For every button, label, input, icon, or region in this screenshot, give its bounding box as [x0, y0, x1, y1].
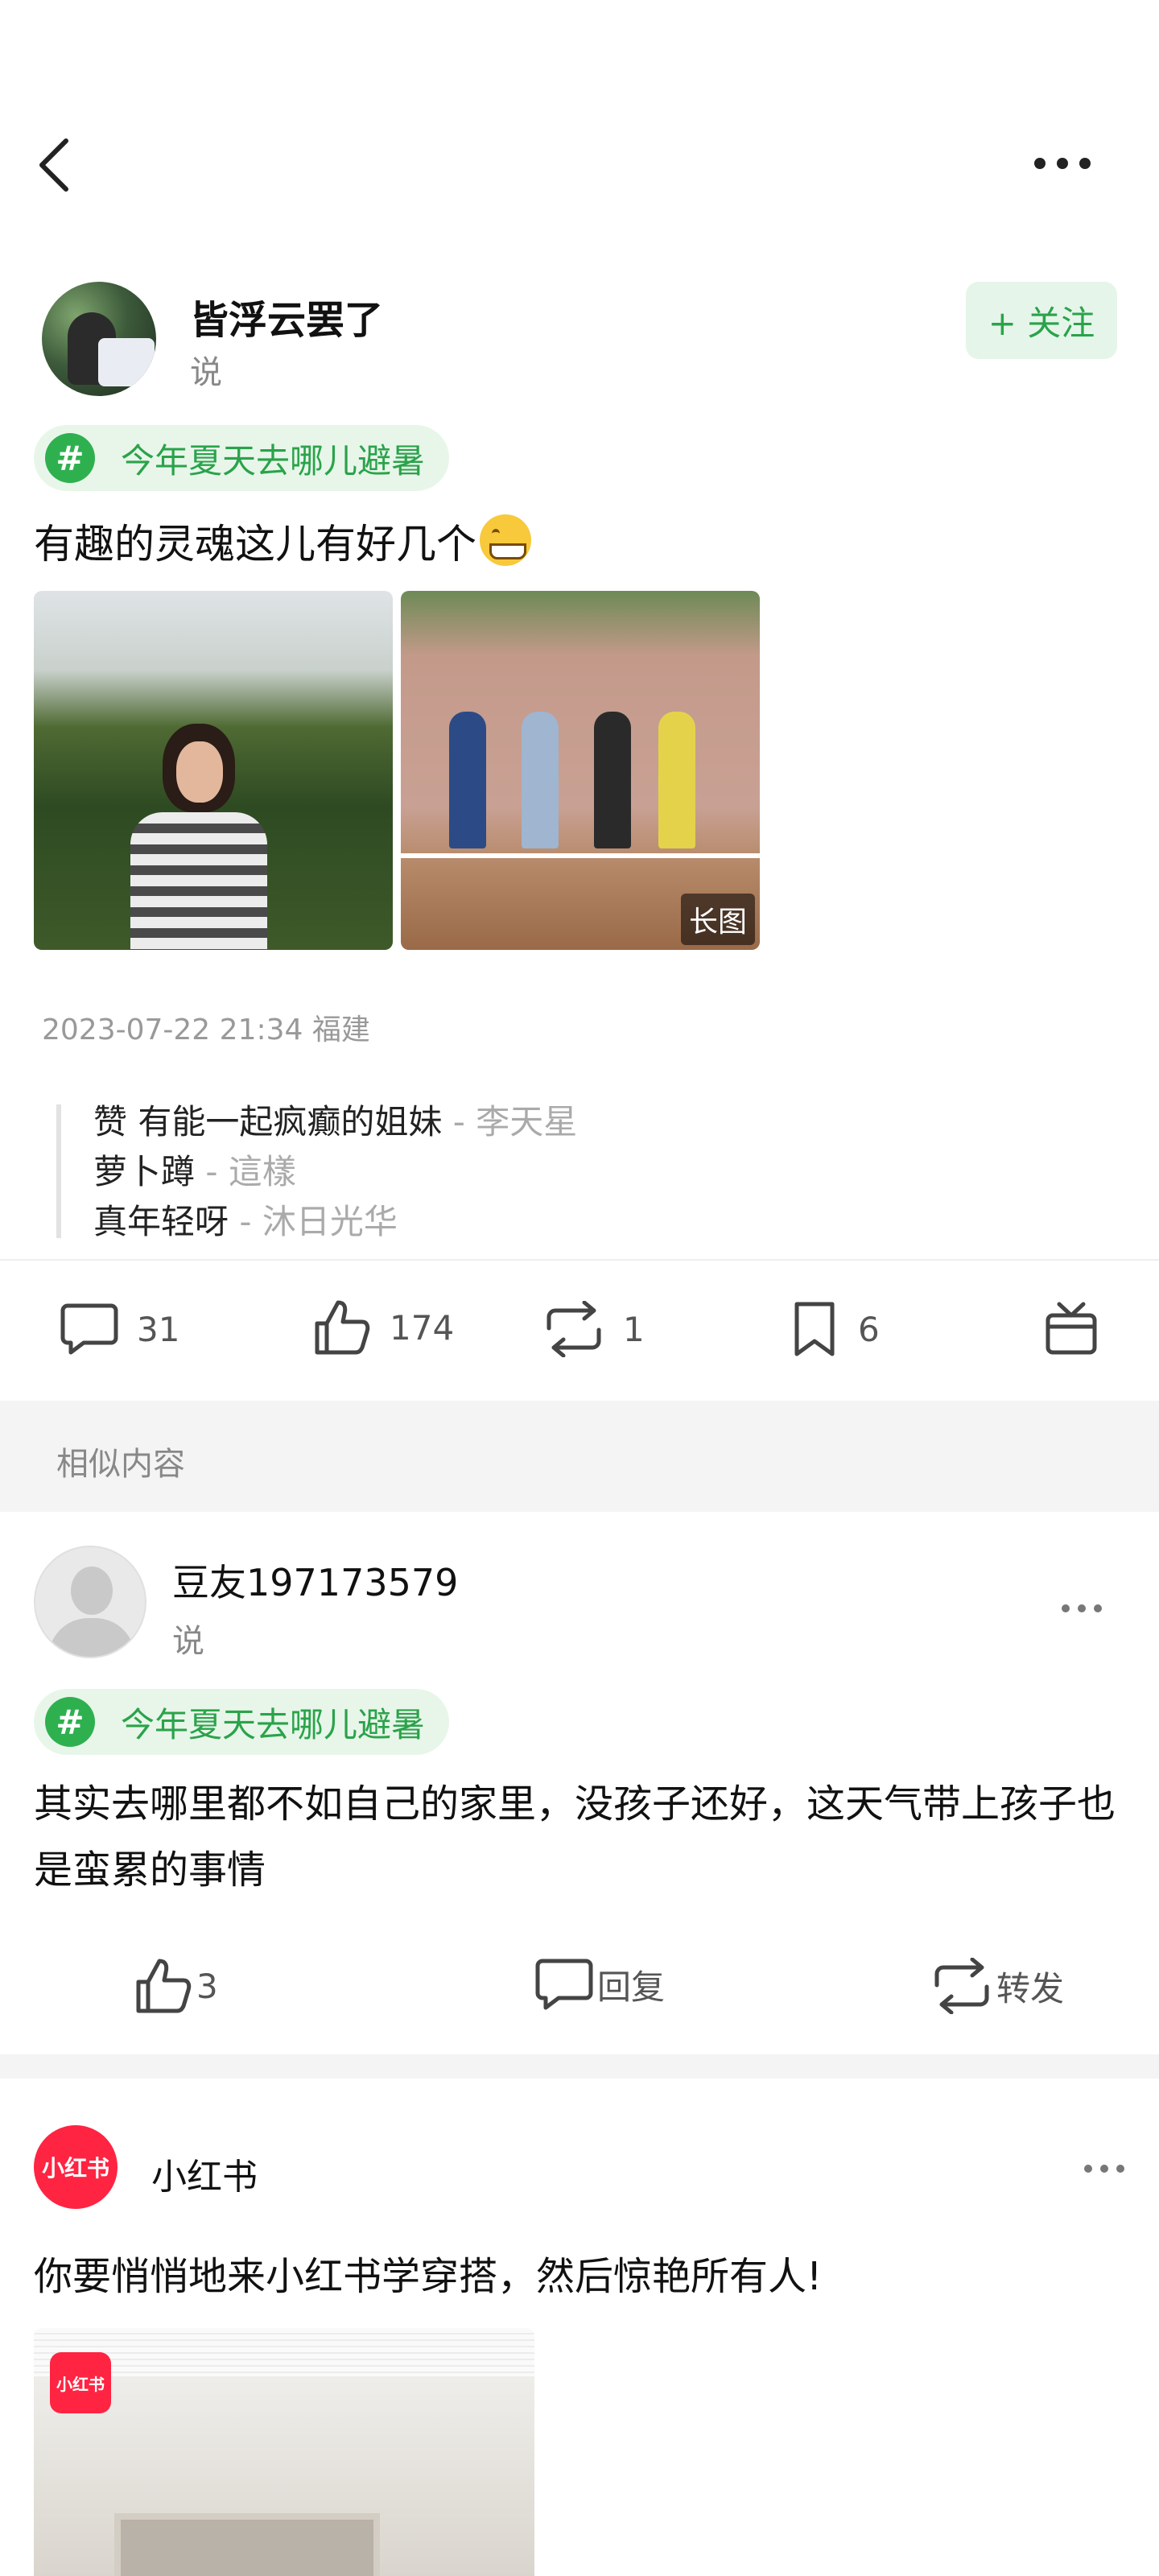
long-image-badge: 长图 — [680, 894, 755, 945]
like-button[interactable]: 3 — [134, 1956, 218, 2016]
bookmark-icon — [794, 1302, 835, 1356]
xiaohongshu-logo[interactable]: 小红书 — [34, 2125, 118, 2209]
hashtag-icon: # — [45, 433, 95, 483]
divider — [0, 2054, 1159, 2079]
like-count: 174 — [390, 1307, 455, 1348]
post-text: 有趣的灵魂这儿有好几个 — [34, 512, 531, 570]
grin-emoji-icon — [480, 514, 531, 566]
comment-icon — [60, 1303, 118, 1355]
bookmark-count: 6 — [858, 1309, 880, 1349]
quote-author: - 李天星 — [442, 1102, 578, 1141]
topic-label: 今年夏天去哪儿避暑 — [121, 440, 426, 481]
author-avatar[interactable] — [42, 282, 156, 396]
repost-button[interactable]: 转发 — [930, 1958, 1064, 2014]
thumbs-up-icon — [315, 1300, 370, 1355]
more-icon — [1084, 2165, 1124, 2173]
comment-button[interactable]: 31 — [60, 1301, 179, 1357]
topic-tag[interactable]: # 今年夏天去哪儿避暑 — [34, 1689, 450, 1755]
more-icon — [1034, 158, 1091, 169]
like-button[interactable]: 174 — [312, 1298, 454, 1357]
repost-label: 转发 — [996, 1968, 1065, 2008]
topic-label: 今年夏天去哪儿避暑 — [121, 1704, 426, 1744]
post-text-content: 有趣的灵魂这儿有好几个 — [34, 521, 476, 568]
quote-author: - 這樣 — [195, 1152, 296, 1191]
reply-label: 回复 — [597, 1967, 666, 2007]
user-name[interactable]: 豆友197173579 — [172, 1554, 458, 1607]
back-button[interactable] — [32, 133, 80, 197]
post-image[interactable]: 小红书 — [34, 2328, 534, 2576]
comment-count: 31 — [137, 1309, 180, 1349]
gift-icon — [1046, 1302, 1097, 1355]
user-name[interactable]: 小红书 — [151, 2148, 258, 2199]
user-action-label: 说 — [172, 1623, 204, 1660]
divider — [0, 1259, 1159, 1261]
xiaohongshu-logo: 小红书 — [50, 2352, 111, 2413]
like-count: 3 — [196, 1966, 218, 2006]
item-more-button[interactable] — [1059, 1600, 1104, 1620]
quote-text: 萝卜蹲 — [93, 1152, 196, 1191]
repost-button[interactable]: 1 — [542, 1301, 645, 1357]
post-timestamp-location: 2023-07-22 21:34 福建 — [42, 1013, 370, 1046]
similar-post-text: 其实去哪里都不如自己的家里，没孩子还好，这天气带上孩子也是蛮累的事情 — [34, 1781, 1116, 1893]
quote-item[interactable]: 萝卜蹲 - 這樣 — [93, 1145, 296, 1194]
bookmark-button[interactable]: 6 — [789, 1301, 880, 1357]
post-image-1[interactable] — [34, 591, 393, 950]
comment-icon — [535, 1959, 593, 2010]
quote-author: - 沐日光华 — [229, 1202, 398, 1241]
quote-item[interactable]: 赞 有能一起疯癫的姐妹 - 李天星 — [93, 1095, 577, 1144]
quote-bar — [56, 1104, 61, 1238]
more-options-button[interactable] — [1030, 145, 1095, 182]
hashtag-icon: # — [45, 1697, 95, 1747]
post-image-2[interactable]: 长图 — [401, 591, 760, 950]
item-more-button[interactable] — [1082, 2161, 1127, 2180]
quote-item[interactable]: 真年轻呀 - 沐日光华 — [93, 1195, 398, 1244]
person-figure — [130, 724, 267, 950]
quote-text: 赞 有能一起疯癫的姐妹 — [93, 1102, 443, 1141]
quote-text: 真年轻呀 — [93, 1202, 229, 1241]
reply-button[interactable]: 回复 — [534, 1956, 665, 2013]
user-avatar[interactable] — [34, 1546, 146, 1658]
thumbs-up-icon — [136, 1959, 192, 2013]
similar-post-text: 你要悄悄地来小红书学穿搭，然后惊艳所有人! — [34, 2254, 823, 2299]
author-action-label: 说 — [190, 354, 222, 391]
gift-button[interactable] — [1043, 1298, 1117, 1357]
repost-count: 1 — [623, 1309, 645, 1349]
back-icon — [39, 138, 68, 192]
repost-icon — [934, 1958, 989, 2014]
section-title: 相似内容 — [56, 1446, 185, 1483]
repost-icon — [547, 1301, 601, 1357]
more-icon — [1062, 1604, 1102, 1612]
author-name[interactable]: 皆浮云罢了 — [190, 288, 383, 345]
topic-tag[interactable]: # 今年夏天去哪儿避暑 — [34, 425, 450, 491]
follow-button[interactable]: + 关注 — [966, 282, 1117, 359]
